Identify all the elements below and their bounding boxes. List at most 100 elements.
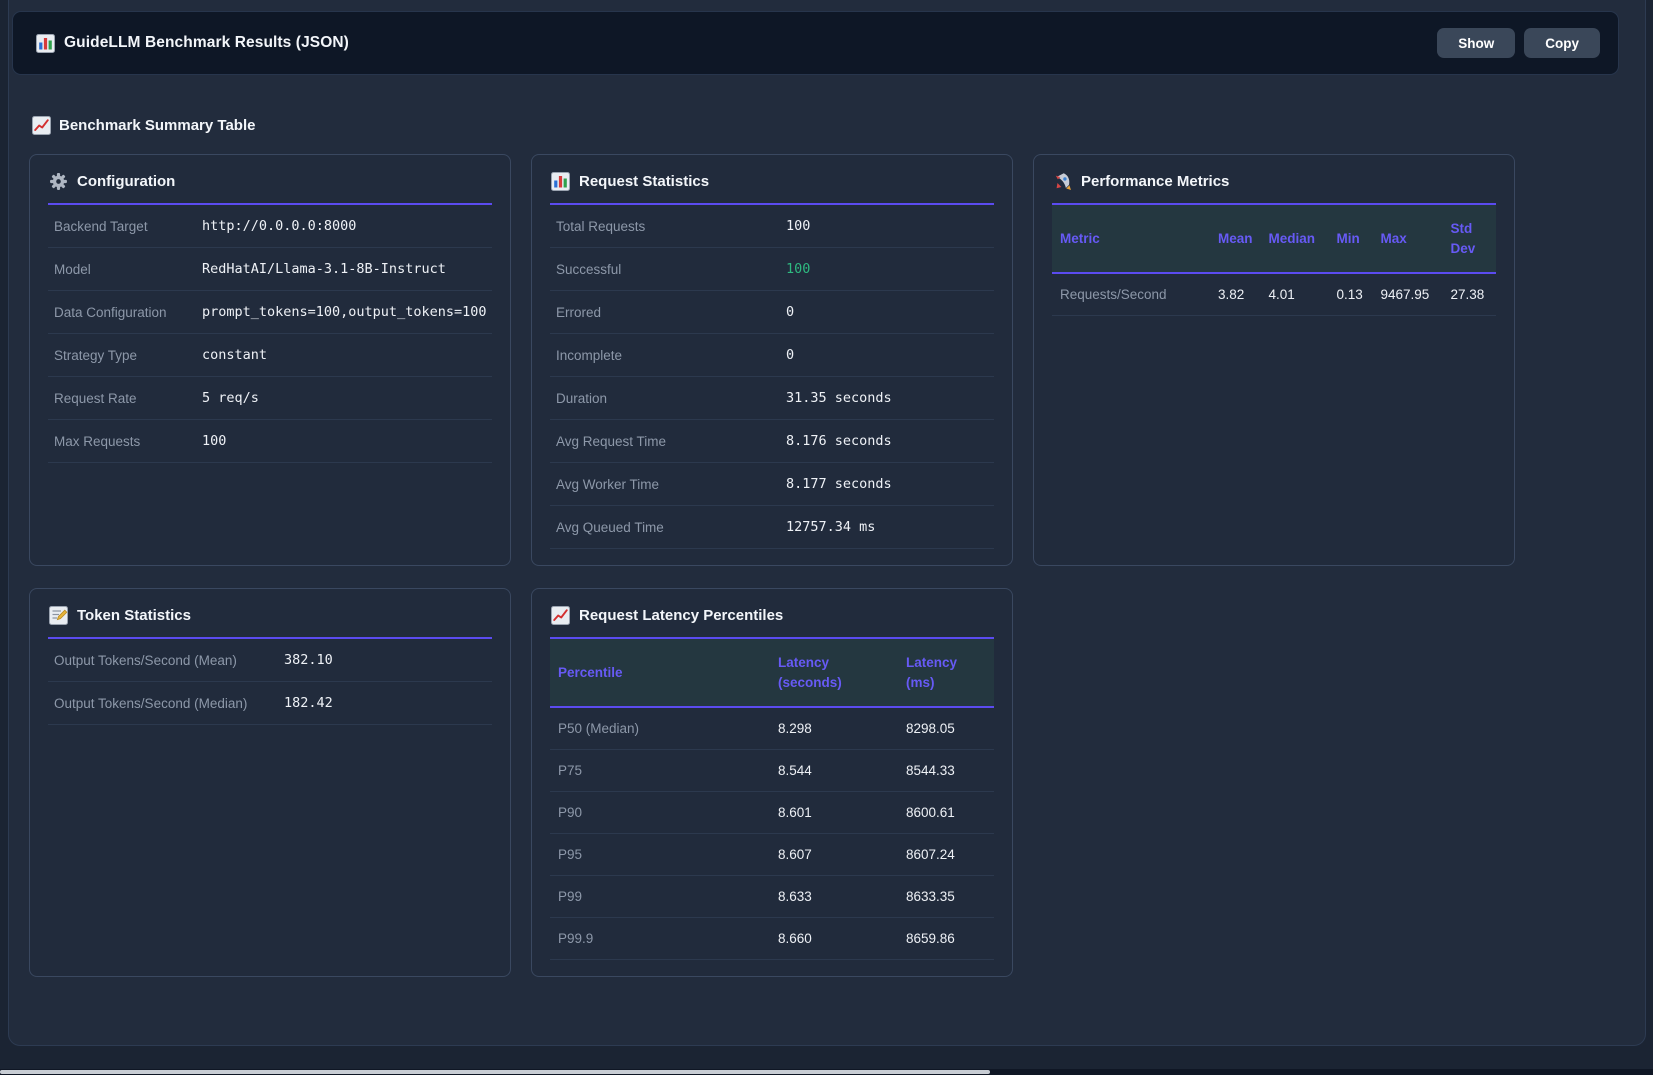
cell-latency-seconds: 8.607 <box>770 834 898 876</box>
row-label: Successful <box>556 262 786 277</box>
bar-chart-icon <box>35 33 55 53</box>
card-title-text: Token Statistics <box>77 607 191 624</box>
row-value: 8.177 seconds <box>786 476 892 492</box>
row-value: 100 <box>202 433 226 449</box>
config-row-request-rate: Request Rate 5 req/s <box>48 377 492 420</box>
row-value-success: 100 <box>786 261 810 277</box>
card-title-text: Request Statistics <box>579 173 709 190</box>
gear-icon <box>48 171 68 191</box>
performance-metrics-card-title: Performance Metrics <box>1052 171 1496 205</box>
stat-row-successful: Successful 100 <box>550 248 994 291</box>
table-row: Requests/Second 3.82 4.01 0.13 9467.95 2… <box>1052 273 1496 316</box>
config-row-data-configuration: Data Configuration prompt_tokens=100,out… <box>48 291 492 334</box>
cell-mean: 3.82 <box>1210 273 1261 316</box>
cell-latency-seconds: 8.601 <box>770 792 898 834</box>
stat-row-avg-queued-time: Avg Queued Time 12757.34 ms <box>550 506 994 549</box>
performance-metrics-table: Metric Mean Median Min Max Std Dev Reque… <box>1052 205 1496 316</box>
col-mean: Mean <box>1210 205 1261 273</box>
row-value: 0 <box>786 347 794 363</box>
latency-percentiles-table: Percentile Latency (seconds) Latency (ms… <box>550 639 994 960</box>
row-label: Errored <box>556 305 786 320</box>
stat-row-avg-request-time: Avg Request Time 8.176 seconds <box>550 420 994 463</box>
card-title-text: Performance Metrics <box>1081 173 1229 190</box>
horizontal-scrollbar-thumb[interactable] <box>0 1070 990 1074</box>
row-label: Duration <box>556 391 786 406</box>
table-row-p95: P95 8.607 8607.24 <box>550 834 994 876</box>
col-percentile: Percentile <box>550 639 770 707</box>
cell-max: 9467.95 <box>1373 273 1443 316</box>
cell-percentile: P90 <box>550 792 770 834</box>
cell-latency-ms: 8659.86 <box>898 918 994 960</box>
cell-median: 4.01 <box>1261 273 1329 316</box>
row-label: Output Tokens/Second (Median) <box>54 696 284 711</box>
row-value: 8.176 seconds <box>786 433 892 449</box>
cell-latency-seconds: 8.544 <box>770 750 898 792</box>
copy-button[interactable]: Copy <box>1524 28 1600 58</box>
token-statistics-rows: Output Tokens/Second (Mean) 382.10 Outpu… <box>48 639 492 725</box>
card-title-text: Configuration <box>77 173 175 190</box>
cell-latency-ms: 8633.35 <box>898 876 994 918</box>
row-label: Output Tokens/Second (Mean) <box>54 653 284 668</box>
col-max: Max <box>1373 205 1443 273</box>
config-row-model: Model RedHatAI/Llama-3.1-8B-Instruct <box>48 248 492 291</box>
row-value: 31.35 seconds <box>786 390 892 406</box>
chart-increasing-icon <box>550 605 570 625</box>
row-label: Avg Queued Time <box>556 520 786 535</box>
table-row-p90: P90 8.601 8600.61 <box>550 792 994 834</box>
bar-chart-icon <box>550 171 570 191</box>
col-std-dev: Std Dev <box>1443 205 1496 273</box>
row-label: Total Requests <box>556 219 786 234</box>
card-title-text: Request Latency Percentiles <box>579 607 783 624</box>
token-row-median: Output Tokens/Second (Median) 182.42 <box>48 682 492 725</box>
row-value: 5 req/s <box>202 390 259 406</box>
row-value: constant <box>202 347 267 363</box>
row-label: Avg Worker Time <box>556 477 786 492</box>
row-label: Data Configuration <box>54 305 202 320</box>
table-header-row: Metric Mean Median Min Max Std Dev <box>1052 205 1496 273</box>
stat-row-errored: Errored 0 <box>550 291 994 334</box>
cell-latency-ms: 8544.33 <box>898 750 994 792</box>
col-metric: Metric <box>1052 205 1210 273</box>
show-button[interactable]: Show <box>1437 28 1515 58</box>
col-median: Median <box>1261 205 1329 273</box>
chart-increasing-icon <box>31 115 51 135</box>
cell-min: 0.13 <box>1329 273 1373 316</box>
cell-latency-seconds: 8.298 <box>770 707 898 750</box>
row-label: Request Rate <box>54 391 202 406</box>
col-min: Min <box>1329 205 1373 273</box>
cell-percentile: P99 <box>550 876 770 918</box>
stat-row-total-requests: Total Requests 100 <box>550 205 994 248</box>
row-label: Max Requests <box>54 434 202 449</box>
config-row-strategy-type: Strategy Type constant <box>48 334 492 377</box>
row-label: Strategy Type <box>54 348 202 363</box>
cell-latency-seconds: 8.633 <box>770 876 898 918</box>
col-latency-seconds: Latency (seconds) <box>770 639 898 707</box>
cell-percentile: P99.9 <box>550 918 770 960</box>
section-heading: Benchmark Summary Table <box>31 115 1645 135</box>
request-statistics-card: Request Statistics Total Requests 100 Su… <box>531 154 1013 566</box>
table-row-p99-9: P99.9 8.660 8659.86 <box>550 918 994 960</box>
row-value: 0 <box>786 304 794 320</box>
row-label: Avg Request Time <box>556 434 786 449</box>
row-label: Backend Target <box>54 219 202 234</box>
table-row-p75: P75 8.544 8544.33 <box>550 750 994 792</box>
stat-row-avg-worker-time: Avg Worker Time 8.177 seconds <box>550 463 994 506</box>
token-statistics-card: Token Statistics Output Tokens/Second (M… <box>29 588 511 977</box>
row-value: 382.10 <box>284 652 333 668</box>
memo-icon <box>48 605 68 625</box>
latency-percentiles-card-title: Request Latency Percentiles <box>550 605 994 639</box>
table-header-row: Percentile Latency (seconds) Latency (ms… <box>550 639 994 707</box>
row-value: 182.42 <box>284 695 333 711</box>
request-statistics-rows: Total Requests 100 Successful 100 Errore… <box>550 205 994 549</box>
cell-std-dev: 27.38 <box>1443 273 1496 316</box>
row-value: prompt_tokens=100,output_tokens=100 <box>202 304 486 320</box>
row-label: Incomplete <box>556 348 786 363</box>
main-panel: GuideLLM Benchmark Results (JSON) Show C… <box>8 0 1646 1046</box>
cell-percentile: P95 <box>550 834 770 876</box>
configuration-rows: Backend Target http://0.0.0.0:8000 Model… <box>48 205 492 463</box>
configuration-card-title: Configuration <box>48 171 492 205</box>
performance-metrics-card: Performance Metrics Metric Mean Median M… <box>1033 154 1515 566</box>
cell-latency-ms: 8607.24 <box>898 834 994 876</box>
rocket-icon <box>1052 171 1072 191</box>
request-statistics-card-title: Request Statistics <box>550 171 994 205</box>
